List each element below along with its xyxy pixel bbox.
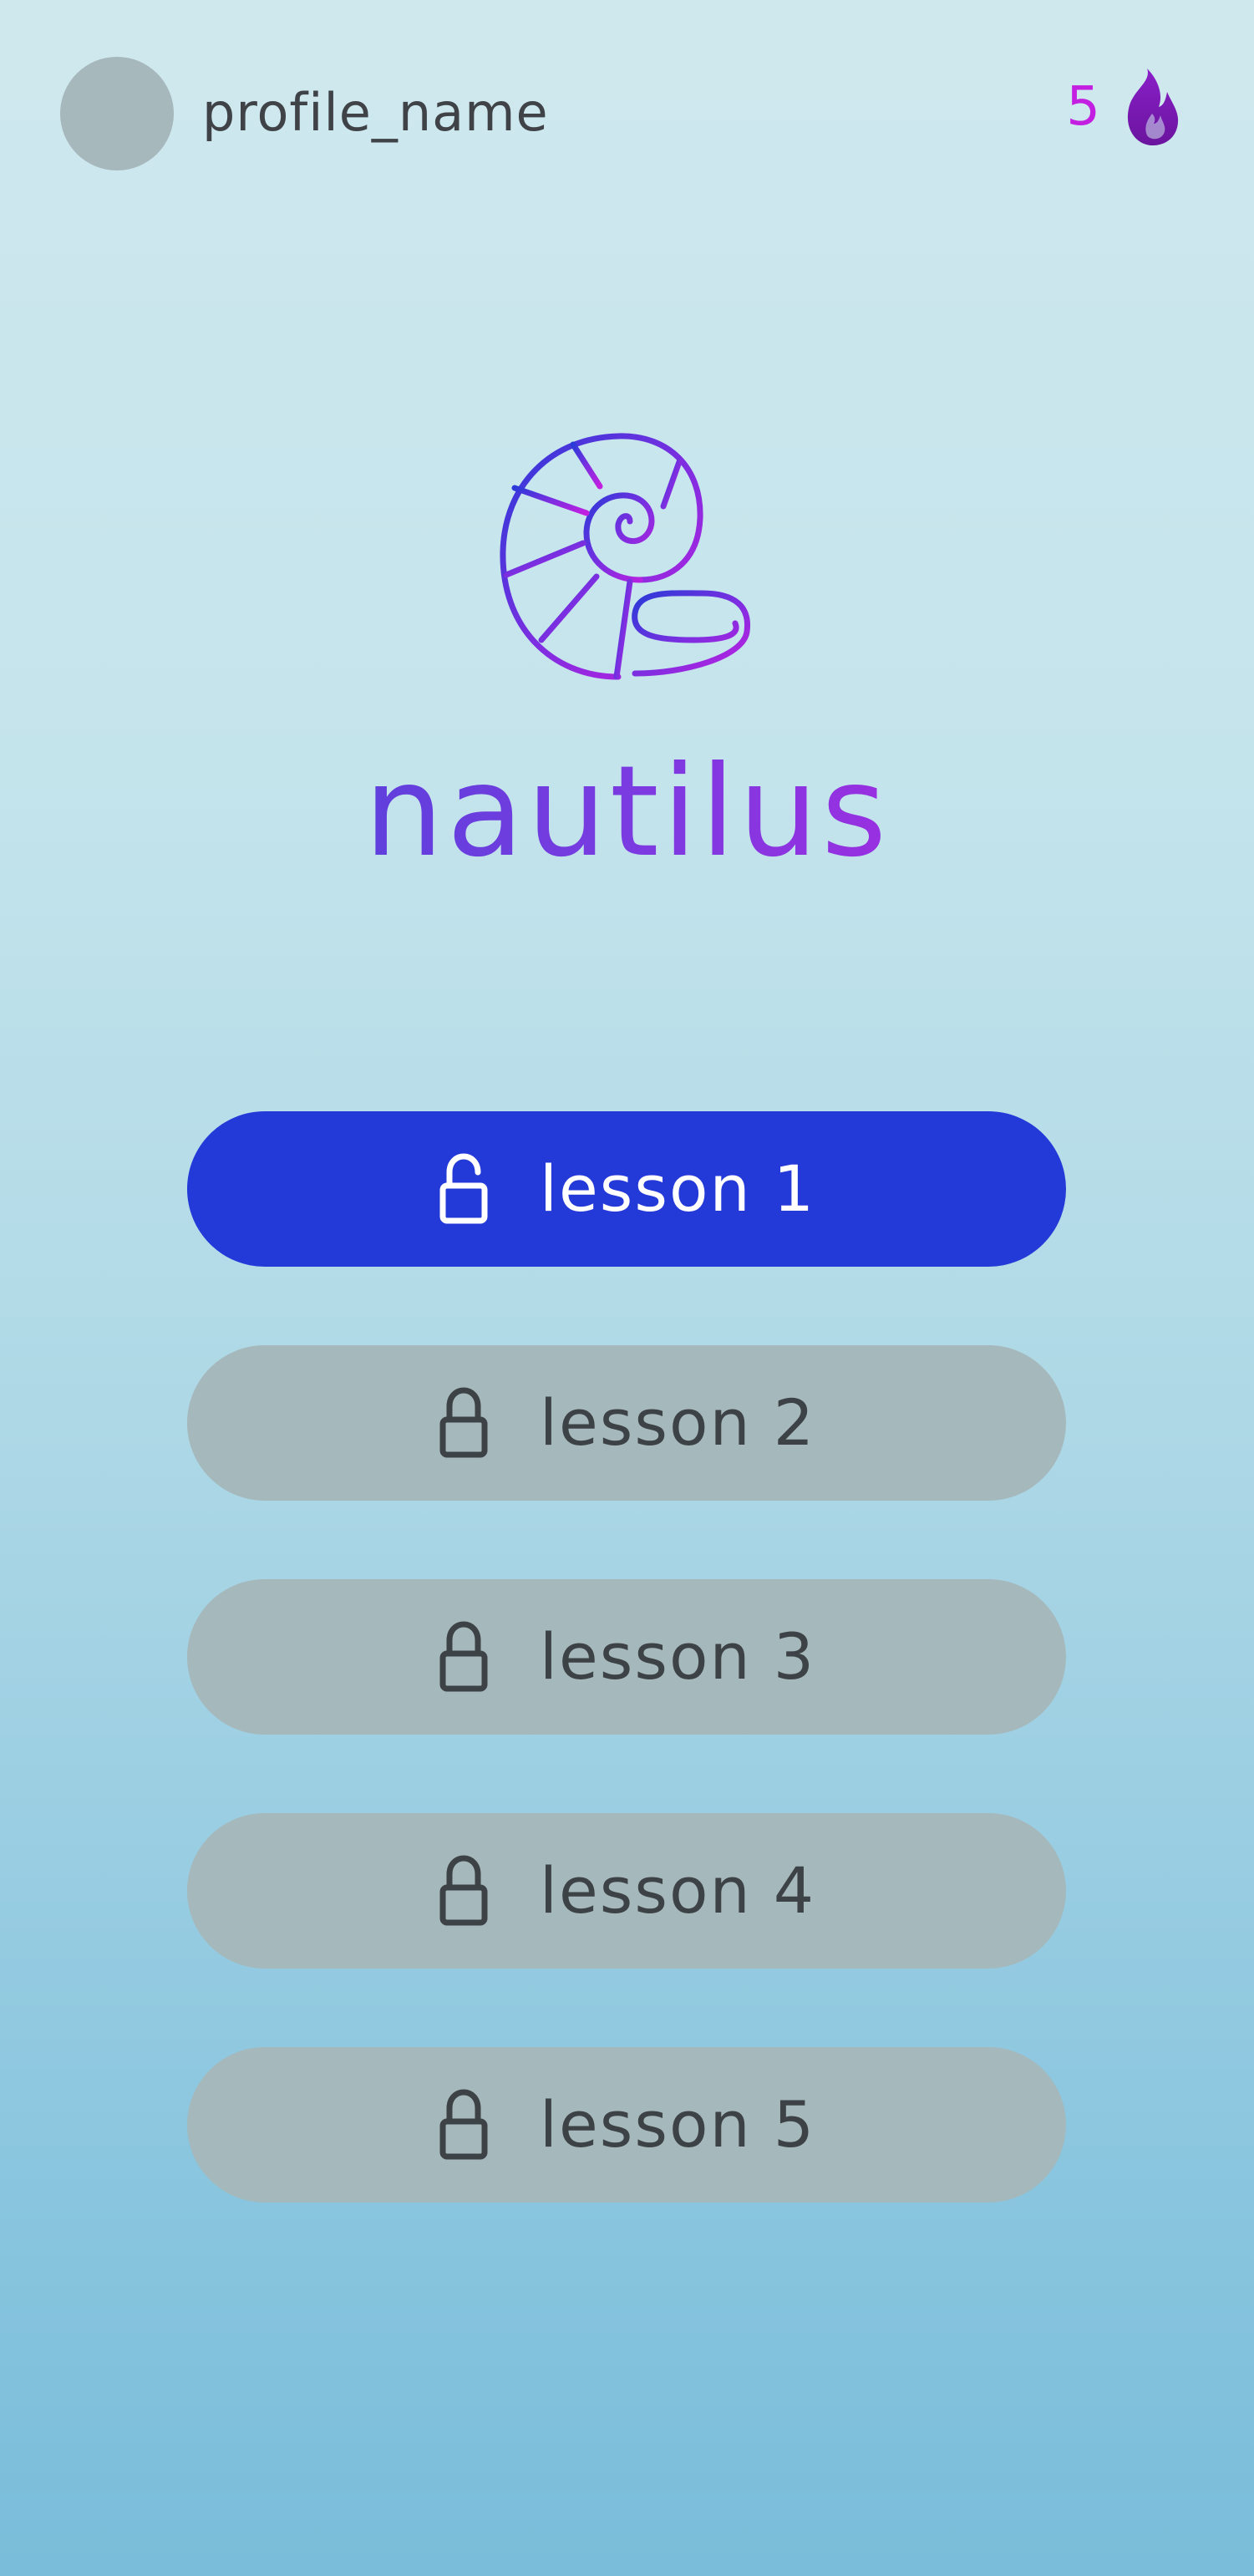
lesson-3-button[interactable]: lesson 3 bbox=[187, 1579, 1066, 1735]
avatar[interactable] bbox=[60, 57, 174, 170]
lesson-5-button[interactable]: lesson 5 bbox=[187, 2047, 1066, 2203]
nautilus-shell-icon bbox=[500, 433, 751, 680]
lesson-label: lesson 5 bbox=[539, 2087, 816, 2162]
lesson-label: lesson 4 bbox=[539, 1853, 816, 1928]
streak-count: 5 bbox=[1066, 76, 1100, 138]
flame-icon bbox=[1127, 69, 1179, 146]
lesson-label: lesson 2 bbox=[539, 1385, 816, 1460]
profile-name[interactable]: profile_name bbox=[202, 87, 549, 139]
lesson-label: lesson 3 bbox=[539, 1619, 816, 1694]
padlock-icon bbox=[439, 1387, 488, 1458]
padlock-icon bbox=[439, 1855, 488, 1926]
lesson-4-button[interactable]: lesson 4 bbox=[187, 1813, 1066, 1969]
unlocked-padlock-icon bbox=[439, 1153, 488, 1224]
padlock-icon bbox=[439, 1621, 488, 1692]
lesson-list: lesson 1 lesson 2 lesson 3 lesson 4 less… bbox=[187, 1111, 1066, 2281]
lesson-label: lesson 1 bbox=[539, 1151, 816, 1226]
lesson-2-button[interactable]: lesson 2 bbox=[187, 1345, 1066, 1501]
app-screen: profile_name 5 nautilus lesson 1 lesson … bbox=[0, 0, 1254, 2576]
streak-counter: 5 bbox=[1066, 65, 1180, 149]
lesson-1-button[interactable]: lesson 1 bbox=[187, 1111, 1066, 1267]
brand-name: nautilus bbox=[0, 744, 1254, 882]
padlock-icon bbox=[439, 2089, 488, 2160]
